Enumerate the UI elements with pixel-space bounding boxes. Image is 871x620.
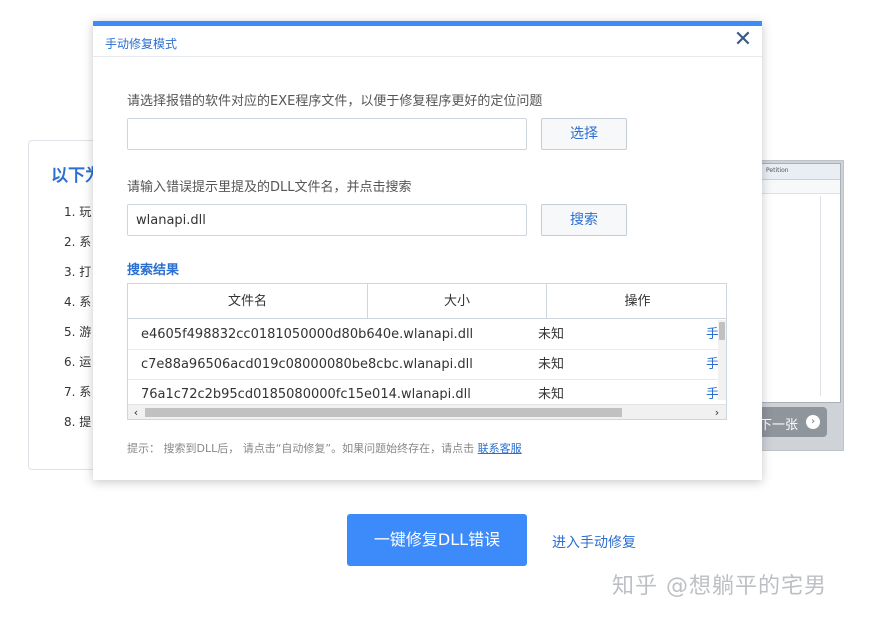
list-item: 5. 游: [64, 325, 92, 339]
list-item: 8. 提: [64, 415, 92, 429]
watermark: 知乎 @想躺平的宅男: [612, 574, 827, 599]
contact-support-link[interactable]: 联系客服: [478, 442, 522, 455]
column-header-size: 大小: [368, 284, 547, 319]
table-body[interactable]: e4605f498832cc0181050000d80b640e.wlanapi…: [128, 320, 720, 400]
horizontal-scrollbar[interactable]: ‹ ›: [128, 404, 726, 419]
table-header: 文件名 大小 操作: [128, 284, 726, 319]
background-list: 1. 玩 2. 系 3. 打 4. 系 5. 游 6. 运 7. 系 8. 提: [64, 203, 91, 443]
vertical-scroll-thumb[interactable]: [719, 322, 725, 340]
preview-window-scrollbar: [820, 196, 834, 396]
scroll-left-icon[interactable]: ‹: [129, 406, 143, 419]
dialog-title: 手动修复模式: [105, 37, 178, 51]
row-filename: e4605f498832cc0181050000d80b640e.wlanapi…: [141, 327, 474, 342]
preview-window-toolbar: [762, 180, 840, 194]
list-item: 7. 系: [64, 385, 92, 399]
row-size: 未知: [538, 357, 565, 372]
chevron-right-icon: ›: [806, 415, 820, 429]
list-item: 4. 系: [64, 295, 92, 309]
close-icon[interactable]: ✕: [732, 29, 754, 53]
table-row: c7e88a96506acd019c08000080be8cbc.wlanapi…: [128, 350, 720, 380]
list-item: 3. 打: [64, 265, 92, 279]
column-header-action: 操作: [624, 294, 651, 309]
scroll-right-icon[interactable]: ›: [710, 406, 724, 419]
dll-name-label: 请输入错误提示里提及的DLL文件名，并点击搜索: [127, 180, 412, 195]
one-click-fix-button[interactable]: 一键修复DLL错误: [347, 514, 527, 566]
manual-repair-dialog: 手动修复模式 ✕ 请选择报错的软件对应的EXE程序文件，以便于修复程序更好的定位…: [93, 21, 762, 480]
search-button[interactable]: 搜索: [541, 204, 627, 236]
preview-window: Petition: [761, 163, 841, 403]
exe-file-input[interactable]: [127, 118, 527, 150]
list-item: 1. 玩: [64, 205, 92, 219]
screenshot-preview: Petition 下一张 ›: [758, 160, 844, 451]
next-image-button[interactable]: 下一张 ›: [759, 407, 827, 437]
manual-repair-link[interactable]: 进入手动修复: [552, 532, 636, 552]
select-button[interactable]: 选择: [541, 118, 627, 150]
preview-window-title: Petition: [762, 164, 840, 180]
tip-text: 提示： 搜索到DLL后， 请点击“自动修复”。如果问题始终存在，请点击 联系客服: [127, 440, 522, 456]
dialog-header: 手动修复模式 ✕: [93, 26, 762, 57]
row-size: 未知: [538, 327, 565, 342]
dll-name-input[interactable]: [127, 204, 527, 236]
table-row: 76a1c72c2b95cd0185080000fc15e014.wlanapi…: [128, 380, 720, 400]
search-results-title: 搜索结果: [127, 263, 180, 278]
row-filename: 76a1c72c2b95cd0185080000fc15e014.wlanapi…: [141, 387, 471, 400]
column-header-filename: 文件名: [128, 284, 368, 319]
exe-file-label: 请选择报错的软件对应的EXE程序文件，以便于修复程序更好的定位问题: [127, 94, 543, 109]
list-item: 6. 运: [64, 355, 92, 369]
horizontal-scroll-thumb[interactable]: [145, 408, 622, 417]
vertical-scrollbar[interactable]: [718, 320, 726, 400]
next-image-label: 下一张: [759, 418, 799, 433]
tip-message: 提示： 搜索到DLL后， 请点击“自动修复”。如果问题始终存在，请点击: [127, 442, 475, 455]
table-row: e4605f498832cc0181050000d80b640e.wlanapi…: [128, 320, 720, 350]
row-filename: c7e88a96506acd019c08000080be8cbc.wlanapi…: [141, 357, 473, 372]
list-item: 2. 系: [64, 235, 92, 249]
results-table: 文件名 大小 操作 e4605f498832cc0181050000d80b64…: [127, 283, 727, 420]
row-size: 未知: [538, 387, 565, 400]
